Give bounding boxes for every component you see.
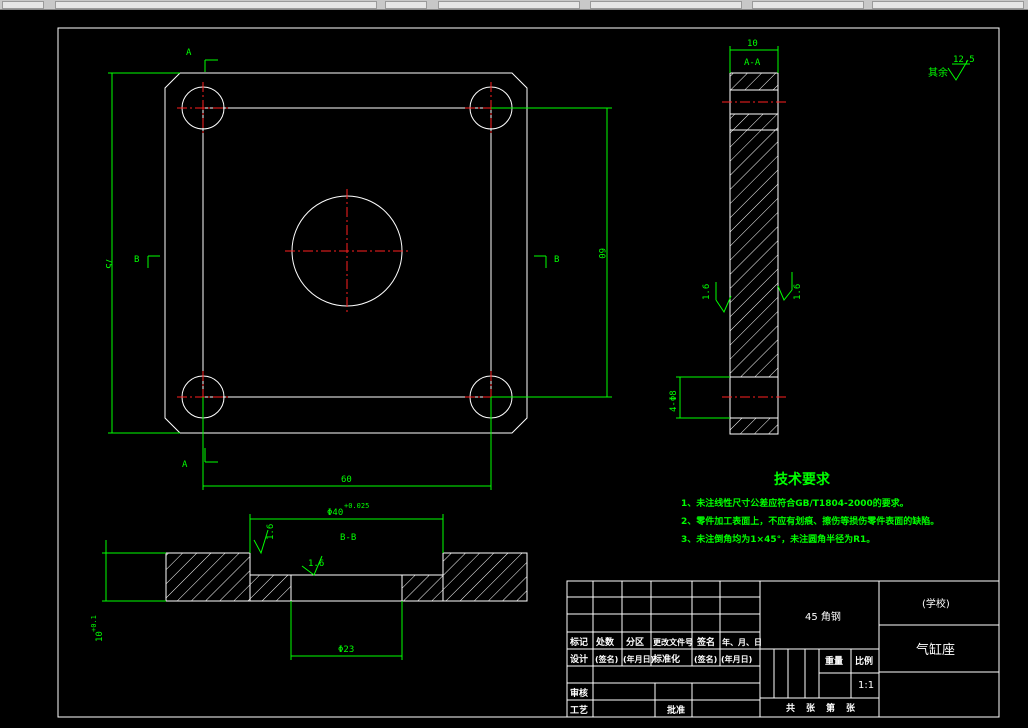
section-hatch (729, 72, 779, 91)
tb-school: (学校) (922, 597, 950, 610)
section-mark-b-left: B (134, 255, 139, 265)
drawing-canvas[interactable]: 75 60 60 A A B B 10 A-A 1.6 1.6 4-Φ8 其余 … (0, 0, 1028, 728)
tb-sheets: 张 (806, 702, 816, 714)
tech-item-3: 3、未注倒角均为1×45°，未注圆角半径为R1。 (681, 533, 875, 545)
depth-tolerance: +0.1 (90, 615, 98, 632)
tb-sign: 签名 (696, 636, 715, 648)
tb-sheet: 张 (846, 702, 856, 714)
section-mark-a-bottom: A (182, 460, 188, 470)
tb-signed2: (签名) (694, 654, 717, 664)
tb-review: 审核 (570, 687, 588, 699)
section-mark-a-top: A (186, 48, 192, 58)
tb-approve: 批准 (667, 704, 685, 716)
finish-bb-top: 1.6 (266, 524, 276, 540)
tb-count: 处数 (595, 636, 615, 648)
tb-no: 第 (826, 702, 835, 714)
tb-ymd2: (年月日) (721, 654, 752, 664)
dim-height-text: 75 (103, 258, 113, 269)
dim-hspacing-text: 60 (341, 475, 352, 485)
side-view: 10 A-A 1.6 1.6 4-Φ8 (669, 39, 803, 435)
dim-through: Φ23 (338, 645, 354, 655)
tb-part-name: 气缸座 (916, 642, 955, 658)
tb-total: 共 (786, 702, 795, 714)
section-hatch (729, 129, 779, 378)
roughness-label: 其余 (928, 66, 948, 79)
tb-date: 年、月、日 (722, 637, 762, 647)
tb-signed: (签名) (595, 654, 618, 664)
hole-callout: 4-Φ8 (669, 390, 679, 412)
section-label-aa: A-A (744, 58, 761, 68)
section-hatch (729, 417, 779, 435)
tb-docno: 更改文件号 (653, 637, 693, 647)
finish-bb-inner: 1.6 (308, 559, 324, 569)
dim-vspacing-text: 60 (596, 248, 606, 259)
roughness-note: 其余 12.5 (928, 55, 975, 81)
bore-tolerance: +0.025 (344, 502, 369, 510)
section-hatch (729, 113, 779, 131)
dim-bore: Φ40 (327, 508, 343, 518)
dim-thickness-text: 10 (747, 39, 758, 49)
title-block: 标记 处数 分区 更改文件号 签名 年、月、日 设计 (签名) (年月日) 标准… (566, 580, 1000, 718)
tb-material: 45 角钢 (805, 610, 841, 623)
finish-right: 1.6 (793, 284, 803, 300)
tech-item-2: 2、零件加工表面上，不应有划痕、擦伤等损伤零件表面的缺陷。 (681, 515, 939, 527)
tech-item-1: 1、未注线性尺寸公差应符合GB/T1804-2000的要求。 (681, 497, 909, 509)
section-bb-view: Φ40 +0.025 B-B 1.6 1.6 10 +0.1 Φ23 (90, 502, 528, 660)
tb-design: 设计 (570, 653, 588, 665)
tb-scale-value: 1:1 (858, 680, 874, 691)
finish-left: 1.6 (702, 284, 712, 300)
tb-mark: 标记 (569, 636, 588, 648)
roughness-value: 12.5 (953, 55, 975, 65)
tb-zone: 分区 (626, 636, 644, 648)
section-label-bb: B-B (340, 533, 356, 543)
section-mark-b-right: B (554, 255, 559, 265)
tech-requirements: 技术要求 1、未注线性尺寸公差应符合GB/T1804-2000的要求。 2、零件… (681, 471, 939, 545)
drawing-border (57, 27, 1000, 718)
front-view: 75 60 60 A A B B (103, 48, 612, 490)
tb-process: 工艺 (570, 704, 588, 716)
tb-scale-label: 比例 (855, 655, 873, 667)
tb-standard: 标准化 (652, 653, 680, 665)
tech-title: 技术要求 (774, 471, 831, 488)
tb-weight: 重量 (825, 655, 843, 667)
tb-ymd: (年月日) (623, 654, 654, 664)
plate-outline (164, 72, 528, 434)
